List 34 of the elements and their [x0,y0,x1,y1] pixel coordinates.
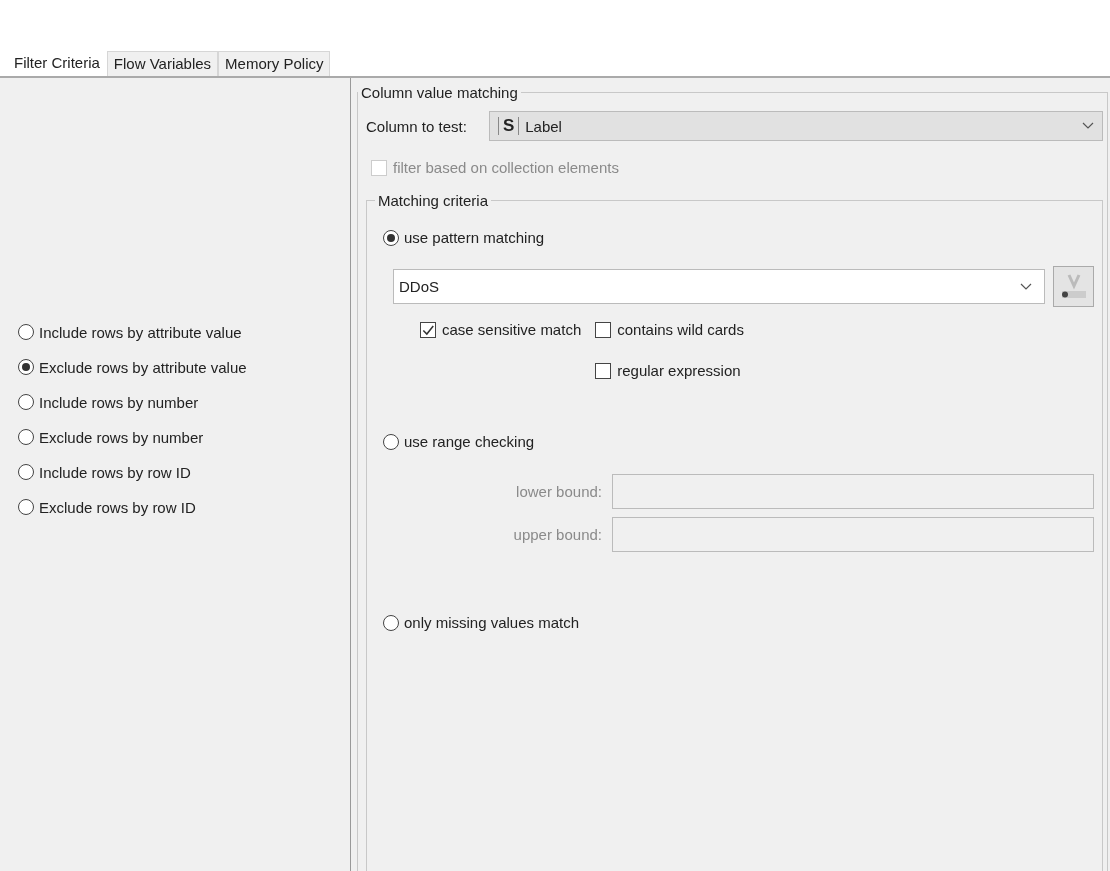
radio-label[interactable]: Exclude rows by row ID [39,498,196,516]
column-dropdown[interactable]: S Label [488,111,1103,141]
checkbox-label[interactable]: contains wild cards [617,321,744,338]
pattern-dropdown[interactable]: DDoS [393,269,1045,304]
tab[interactable]: Flow Variables [106,51,219,76]
radio-label[interactable]: Exclude rows by number [39,428,204,446]
radio-button[interactable] [18,464,34,480]
type-badge: S [497,117,520,135]
checkbox[interactable] [420,321,436,338]
radio-button[interactable] [18,429,34,445]
field-label: upper bound: [512,526,602,543]
field-label: Column to test: [366,117,467,135]
chevron-down-icon [1020,282,1032,291]
group-title: Column value matching [360,84,519,101]
radio-button[interactable] [18,324,34,340]
radio-label[interactable]: Include rows by attribute value [39,323,242,341]
radio-button[interactable] [383,614,399,631]
radio-button[interactable] [18,359,34,375]
radio-label[interactable]: Include rows by row ID [39,463,191,481]
checkbox-label[interactable]: regular expression [617,362,741,379]
radio-label[interactable]: only missing values match [404,614,580,631]
field-label: lower bound: [515,483,602,500]
checkbox[interactable] [595,321,612,338]
chevron-down-icon [1082,122,1094,130]
checkbox[interactable] [595,362,612,379]
group-title: Matching criteria [377,192,490,209]
radio-button[interactable] [18,499,34,515]
tab[interactable]: Memory Policy [218,51,331,76]
radio-label[interactable]: Include rows by number [39,393,199,411]
checkbox-label[interactable]: case sensitive match [442,321,582,338]
radio-button[interactable] [18,394,34,410]
radio-label[interactable]: use pattern matching [404,229,545,246]
radio-button[interactable] [383,229,399,246]
radio-label[interactable]: Exclude rows by attribute value [39,358,247,376]
